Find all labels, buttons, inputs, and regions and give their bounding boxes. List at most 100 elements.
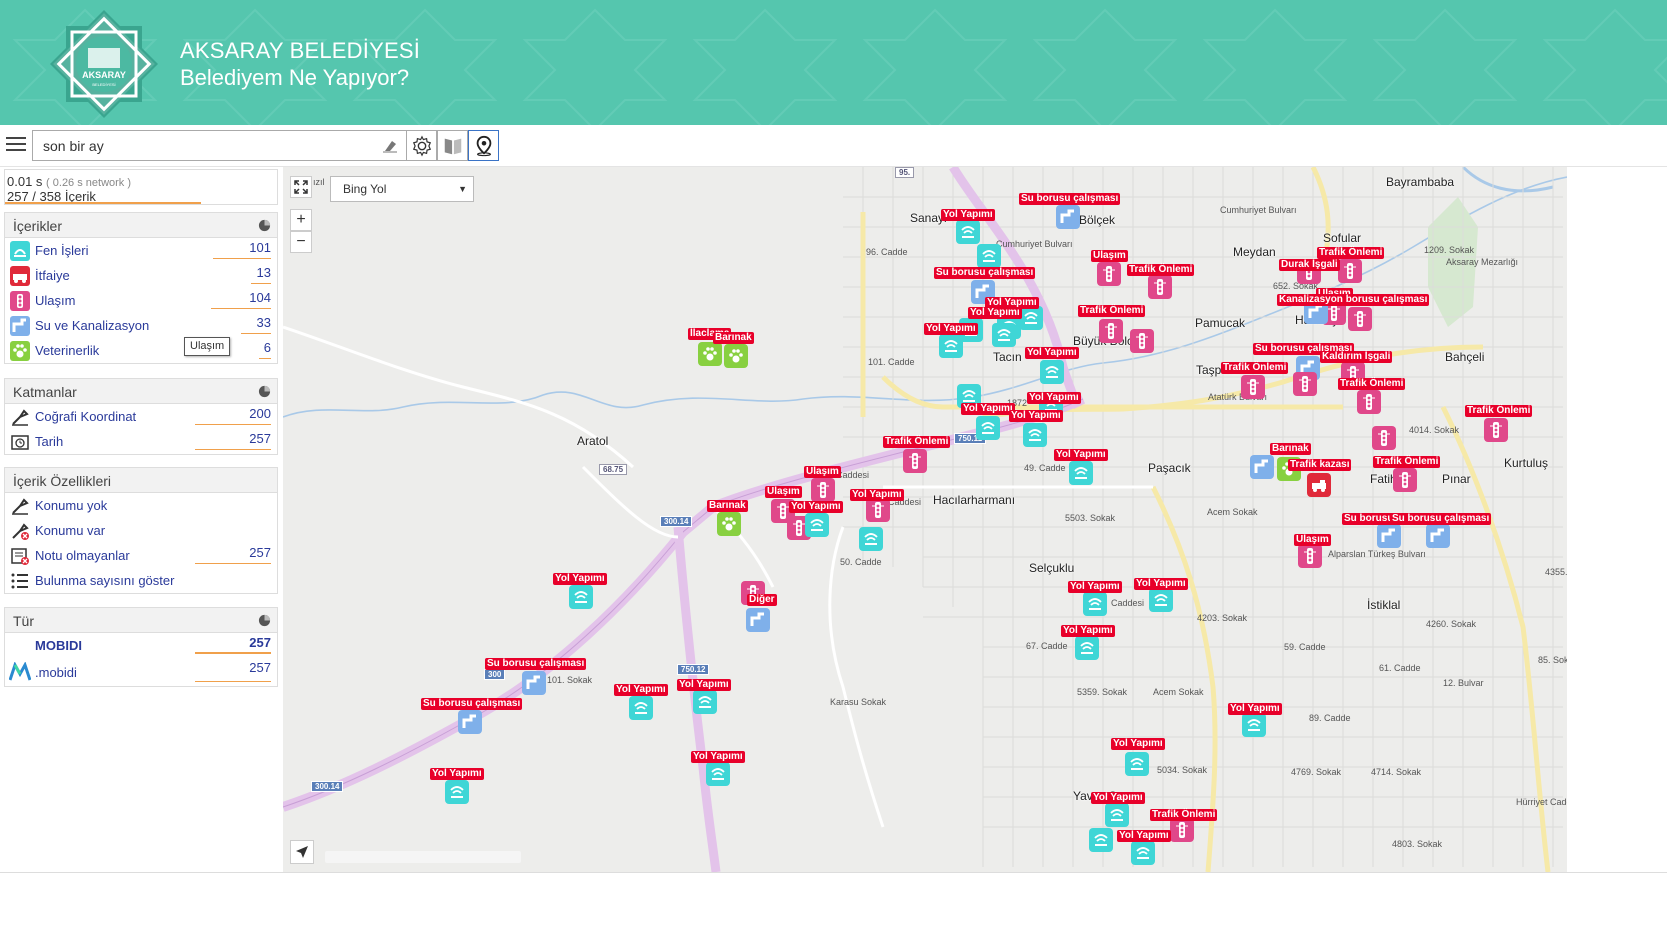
marker-label[interactable]: Ulaşım [1091, 250, 1128, 262]
map-marker-fen[interactable] [956, 220, 980, 244]
marker-label[interactable]: Trafik Önlemi [883, 436, 951, 448]
map-marker-fen[interactable] [1019, 306, 1043, 330]
marker-label[interactable]: Yol Yapımı [1054, 449, 1108, 461]
settings-button[interactable] [406, 130, 437, 161]
marker-label[interactable]: Diğer [747, 594, 777, 606]
map-marker-fen[interactable] [569, 585, 593, 609]
marker-label[interactable]: Su borusu çalışması [1019, 193, 1121, 205]
map-marker-fen[interactable] [1040, 360, 1064, 384]
map-marker-fen[interactable] [1125, 752, 1149, 776]
map-marker-fen[interactable] [1089, 828, 1113, 852]
map-marker-ulasim[interactable] [1130, 329, 1154, 353]
map-marker-su[interactable] [1056, 205, 1080, 229]
map-marker-ulasim[interactable] [1241, 375, 1265, 399]
marker-label[interactable]: Trafik Önlemi [1338, 378, 1406, 390]
marker-label[interactable]: Yol Yapımı [1091, 792, 1145, 804]
map-marker-su[interactable] [1426, 524, 1450, 548]
layer-tarih[interactable]: Tarih 257 [5, 429, 277, 454]
map-marker-ulasim[interactable] [1099, 319, 1123, 343]
marker-label[interactable]: Yol Yapımı [1061, 625, 1115, 637]
marker-label[interactable]: Trafik Önlemi [1317, 247, 1385, 259]
marker-label[interactable]: Yol Yapımı [430, 768, 484, 780]
fullscreen-button[interactable] [290, 176, 312, 198]
marker-label[interactable]: Yol Yapımı [968, 307, 1022, 319]
marker-label[interactable]: Trafik Önlemi [1221, 362, 1289, 374]
map-marker-fen[interactable] [1242, 713, 1266, 737]
marker-label[interactable]: Su borusu çalışması [485, 658, 587, 670]
map-marker-su[interactable] [522, 671, 546, 695]
map-layer-select[interactable]: Bing Yol ▼ [330, 176, 474, 202]
marker-label[interactable]: Yol Yapımı [1134, 578, 1188, 590]
location-button[interactable] [468, 130, 499, 161]
marker-label[interactable]: Ulaşım [804, 466, 841, 478]
map-marker-fen[interactable] [445, 780, 469, 804]
map-marker-ulasim[interactable] [1484, 418, 1508, 442]
marker-label[interactable]: Yol Yapımı [1068, 581, 1122, 593]
marker-label[interactable]: Yol Yapımı [1111, 738, 1165, 750]
menu-icon[interactable] [6, 137, 26, 155]
map-marker-ulasim[interactable] [1393, 468, 1417, 492]
map-marker-ulasim[interactable] [811, 478, 835, 502]
map-marker-vet[interactable] [698, 342, 722, 366]
marker-label[interactable]: Yol Yapımı [961, 403, 1015, 415]
category-fen-isleri[interactable]: Fen İşleri 101 [5, 238, 277, 263]
map-marker-ulasim[interactable] [1293, 372, 1317, 396]
marker-label[interactable]: Su borusu çalışması [421, 698, 523, 710]
marker-label[interactable]: Trafik Önlemi [1078, 305, 1146, 317]
panel-icerikler-header[interactable]: İçerikler [5, 213, 277, 238]
marker-label[interactable]: Yol Yapımı [1025, 347, 1079, 359]
marker-label[interactable]: Trafik Önlemi [1150, 809, 1218, 821]
marker-label[interactable]: Yol Yapımı [1027, 392, 1081, 404]
marker-label[interactable]: Kanalizasyon borusu çalışması [1277, 294, 1430, 306]
filter-notu-olmayanlar[interactable]: Notu olmayanlar 257 [5, 543, 277, 568]
marker-label[interactable]: Ulaşım [765, 486, 802, 498]
marker-label[interactable]: Yol Yapımı [1117, 830, 1171, 842]
map-marker-fen[interactable] [1075, 636, 1099, 660]
map-book-button[interactable] [437, 130, 468, 161]
map-marker-fen[interactable] [693, 690, 717, 714]
locate-me-button[interactable] [290, 840, 314, 864]
marker-label[interactable]: Yol Yapımı [553, 573, 607, 585]
panel-katmanlar-header[interactable]: Katmanlar [5, 379, 277, 404]
map-marker-vet[interactable] [724, 344, 748, 368]
map-marker-su[interactable] [458, 710, 482, 734]
panel-tur-header[interactable]: Tür [5, 608, 277, 633]
marker-label[interactable]: Yol Yapımı [850, 489, 904, 501]
map-marker-su[interactable] [746, 608, 770, 632]
marker-label[interactable]: Yol Yapımı [1228, 703, 1282, 715]
map-marker-fen[interactable] [977, 244, 1001, 268]
marker-label[interactable]: Su borusu çalışması [934, 267, 1036, 279]
marker-label[interactable]: Ulaşım [1294, 534, 1331, 546]
zoom-in-button[interactable]: + [290, 209, 312, 231]
municipality-logo[interactable]: AKSARAY BELEDİYESİ [48, 8, 160, 120]
marker-label[interactable]: Yol Yapımı [924, 323, 978, 335]
map-marker-fen[interactable] [706, 762, 730, 786]
search-input[interactable] [33, 131, 406, 160]
map-marker-fen[interactable] [805, 513, 829, 537]
category-su-kanalizasyon[interactable]: Su ve Kanalizasyon 33 [5, 313, 277, 338]
map-marker-ulasim[interactable] [1372, 426, 1396, 450]
category-itfaiye[interactable]: İtfaiye 13 [5, 263, 277, 288]
map-marker-fen[interactable] [976, 416, 1000, 440]
pie-chart-icon[interactable] [258, 614, 271, 627]
zoom-out-button[interactable]: − [290, 231, 312, 253]
marker-label[interactable]: Yol Yapımı [789, 501, 843, 513]
marker-label[interactable]: Yol Yapımı [1009, 410, 1063, 422]
map-marker-ulasim[interactable] [1357, 390, 1381, 414]
filter-konumu-var[interactable]: Konumu var [5, 518, 277, 543]
marker-label[interactable]: Durak İşgali [1279, 259, 1340, 271]
eraser-icon[interactable] [382, 139, 398, 153]
marker-label[interactable]: Su borusu çalışması [1390, 513, 1492, 525]
map-marker-fen[interactable] [859, 527, 883, 551]
map-marker-ulasim[interactable] [1148, 275, 1172, 299]
marker-label[interactable]: Trafik Önlemi [1127, 264, 1195, 276]
pie-chart-icon[interactable] [258, 385, 271, 398]
map-marker-ulasim[interactable] [1338, 259, 1362, 283]
map-marker-itf[interactable] [1307, 473, 1331, 497]
marker-label[interactable]: Barınak [1270, 443, 1311, 455]
map-marker-fen[interactable] [1023, 423, 1047, 447]
marker-label[interactable]: Yol Yapımı [614, 684, 668, 696]
map-marker-su[interactable] [1377, 524, 1401, 548]
type-mobidi[interactable]: MOBIDI 257 [5, 633, 277, 658]
type-dot-mobidi[interactable]: .mobidi 257 [5, 658, 277, 686]
